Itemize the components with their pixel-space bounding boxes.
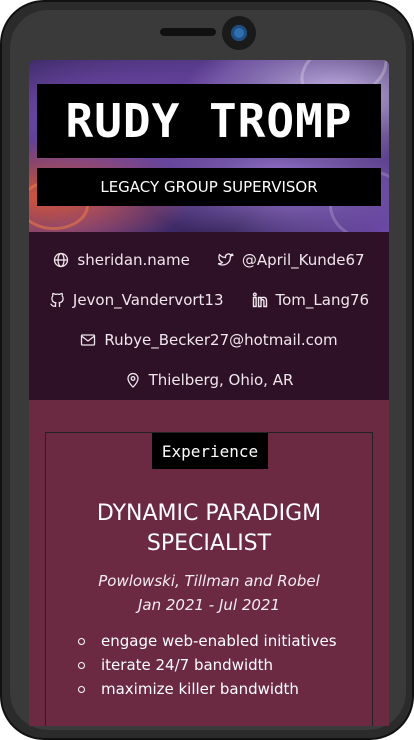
email-link[interactable]: Rubye_Becker27@hotmail.com [80, 331, 338, 349]
github-username: Jevon_Vandervort13 [72, 291, 224, 309]
linkedin-icon [252, 292, 268, 308]
contact-row: Thielberg, Ohio, AR [29, 360, 389, 400]
bullet-icon [78, 661, 85, 669]
phone-frame: RUDY TROMP LEGACY GROUP SUPERVISOR sheri… [0, 0, 414, 740]
experience-card: Experience DYNAMIC PARADIGM SPECIALIST P… [45, 432, 373, 726]
linkedin-link[interactable]: Tom_Lang76 [252, 291, 370, 309]
company-name: Powlowski, Tillman and Robel [98, 572, 320, 590]
job-bullets: engage web-enabled initiatives iterate 2… [46, 629, 372, 701]
bullet-icon [78, 685, 85, 693]
list-item: maximize killer bandwidth [78, 677, 372, 701]
contact-row: Rubye_Becker27@hotmail.com [29, 320, 389, 360]
website-link[interactable]: sheridan.name [53, 251, 190, 269]
experience-section: Experience DYNAMIC PARADIGM SPECIALIST P… [29, 400, 389, 726]
map-pin-icon [125, 372, 141, 388]
resume-screen: RUDY TROMP LEGACY GROUP SUPERVISOR sheri… [29, 60, 389, 726]
mail-icon [80, 332, 96, 348]
list-item: engage web-enabled initiatives [78, 629, 372, 653]
contact-row: sheridan.name @April_Kunde67 [29, 240, 389, 280]
bullet-icon [78, 637, 85, 645]
profile-title: LEGACY GROUP SUPERVISOR [37, 168, 381, 206]
email-address: Rubye_Becker27@hotmail.com [104, 331, 338, 349]
location-text: Thielberg, Ohio, AR [148, 371, 294, 389]
location: Thielberg, Ohio, AR [125, 371, 294, 389]
hero-banner: RUDY TROMP LEGACY GROUP SUPERVISOR [29, 60, 389, 232]
website-text: sheridan.name [77, 251, 190, 269]
twitter-handle: @April_Kunde67 [241, 251, 365, 269]
github-link[interactable]: Jevon_Vandervort13 [49, 291, 224, 309]
job-title: DYNAMIC PARADIGM SPECIALIST [96, 501, 322, 556]
list-item: iterate 24/7 bandwidth [78, 653, 372, 677]
contact-list: sheridan.name @April_Kunde67 Jevon_Vande… [29, 232, 389, 400]
job-dates: Jan 2021 - Jul 2021 [137, 596, 281, 614]
profile-name: RUDY TROMP [37, 84, 381, 158]
github-icon [49, 292, 65, 308]
linkedin-username: Tom_Lang76 [275, 291, 370, 309]
twitter-link[interactable]: @April_Kunde67 [217, 251, 365, 269]
section-label: Experience [152, 433, 268, 469]
camera-icon [222, 16, 256, 50]
contact-row: Jevon_Vandervort13 Tom_Lang76 [29, 280, 389, 320]
speaker-grille [160, 28, 216, 36]
twitter-icon [217, 252, 234, 268]
globe-icon [53, 252, 69, 268]
